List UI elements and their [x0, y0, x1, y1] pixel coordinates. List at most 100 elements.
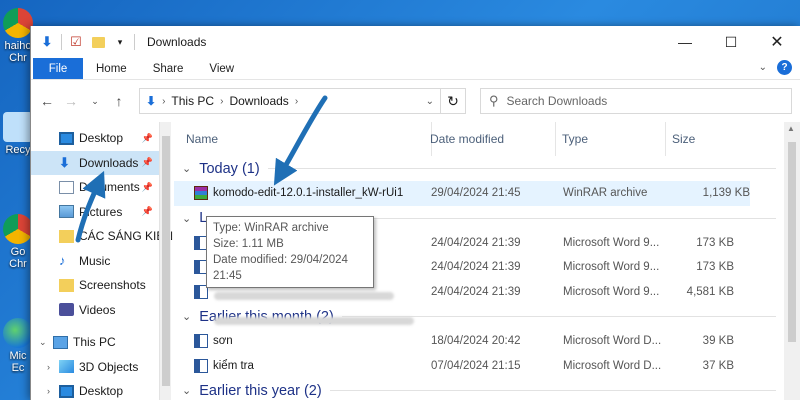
nav-item-label: Desktop	[79, 384, 124, 399]
file-row-kiem-tra[interactable]: kiểm tra 07/04/2024 21:15 Microsoft Word…	[174, 354, 784, 379]
file-size: 4,581 KB	[686, 285, 734, 298]
nav-item-music[interactable]: ♪ Music	[31, 249, 159, 274]
maximize-button[interactable]: ☐	[708, 26, 754, 58]
refresh-button[interactable]: ↻	[440, 88, 466, 114]
word-document-icon	[194, 334, 208, 349]
help-icon[interactable]: ?	[777, 60, 792, 75]
minimize-button[interactable]: —	[662, 26, 708, 58]
column-type[interactable]: Type	[556, 122, 666, 156]
address-dropdown-icon[interactable]: ⌄	[426, 96, 434, 107]
chevron-right-icon[interactable]: ›	[47, 362, 50, 372]
tab-view[interactable]: View	[196, 58, 247, 79]
redacted-file-name	[214, 317, 414, 325]
new-folder-icon[interactable]	[90, 34, 106, 50]
scrollbar-thumb[interactable]	[162, 136, 170, 386]
up-arrow-icon[interactable]: ↑	[111, 93, 127, 109]
file-name: komodo-edit-12.0.1-installer_kW-rUi1	[213, 187, 404, 200]
tab-file[interactable]: File	[33, 58, 83, 79]
folder-icon	[59, 229, 74, 243]
back-arrow-icon[interactable]: ←	[39, 93, 55, 109]
nav-item-this-pc-desktop[interactable]: › Desktop	[31, 379, 159, 400]
3d-objects-icon	[59, 360, 74, 374]
download-icon: ⬇	[146, 94, 157, 108]
chevron-right-icon[interactable]: ›	[295, 96, 298, 107]
recent-locations-icon[interactable]: ⌄	[87, 96, 103, 107]
pictures-icon	[59, 205, 74, 219]
edge-icon	[3, 318, 33, 348]
nav-item-label: Pictures	[79, 204, 123, 219]
download-arrow-icon[interactable]: ⬇	[39, 34, 55, 50]
file-date: 07/04/2024 21:15	[431, 359, 521, 372]
address-bar[interactable]: ⬇ › This PC › Downloads › ⌄	[139, 88, 441, 114]
nav-pane-scrollbar[interactable]	[159, 122, 171, 400]
file-type: Microsoft Word D...	[563, 359, 662, 372]
chevron-down-icon[interactable]: ⌄	[182, 212, 191, 225]
desktop-icon	[59, 131, 74, 145]
chevron-down-icon[interactable]: ⌄	[39, 337, 47, 348]
chevron-down-icon[interactable]: ⌄	[182, 162, 191, 175]
breadcrumb-this-pc[interactable]: This PC	[171, 94, 214, 108]
chevron-right-icon[interactable]: ›	[162, 96, 165, 107]
music-icon: ♪	[59, 253, 66, 269]
nav-item-label: Desktop	[79, 131, 124, 146]
search-input[interactable]: ⚲ Search Downloads	[480, 88, 792, 114]
winrar-archive-icon	[194, 186, 208, 201]
file-date: 29/04/2024 21:45	[431, 187, 521, 200]
chevron-right-icon[interactable]: ›	[220, 96, 223, 107]
file-name: kiểm tra	[213, 359, 254, 372]
file-date: 24/04/2024 21:39	[431, 285, 521, 298]
group-divider	[329, 390, 776, 391]
file-size: 173 KB	[696, 261, 734, 274]
tooltip-date-modified: Date modified: 29/04/2024 21:45	[213, 254, 348, 282]
chevron-right-icon[interactable]: ›	[47, 386, 50, 396]
group-title: Earlier this year (2)	[199, 382, 322, 399]
nav-item-label: Screenshots	[79, 278, 146, 293]
pin-icon: 📌	[141, 157, 153, 168]
nav-item-screenshots[interactable]: Screenshots	[31, 273, 159, 298]
desktop-icon	[59, 384, 74, 398]
expand-ribbon-icon[interactable]: ⌄	[759, 62, 767, 73]
nav-item-videos[interactable]: Videos	[31, 298, 159, 323]
nav-item-label: Downloads	[79, 155, 139, 170]
forward-arrow-icon[interactable]: →	[63, 93, 79, 109]
pin-icon: 📌	[141, 206, 153, 217]
tooltip-type: Type: WinRAR archive	[213, 222, 329, 234]
chevron-down-icon[interactable]: ⌄	[182, 384, 191, 397]
file-tooltip: Type: WinRAR archive Size: 1.11 MB Date …	[206, 216, 374, 288]
file-size: 39 KB	[702, 335, 734, 348]
close-button[interactable]: ✕	[754, 26, 800, 58]
column-size[interactable]: Size	[666, 122, 756, 156]
scrollbar-thumb[interactable]	[788, 142, 796, 342]
scroll-up-icon[interactable]: ▲	[787, 124, 795, 133]
group-earlier-this-year[interactable]: ⌄ Earlier this year (2)	[174, 378, 784, 400]
file-name-cell: sơn	[194, 329, 233, 354]
nav-item-cac-sang-kien[interactable]: CÁC SÁNG KIẾN	[31, 224, 173, 249]
breadcrumb-downloads[interactable]: Downloads	[229, 94, 288, 108]
computer-icon	[53, 335, 68, 349]
toolbar-separator	[61, 34, 62, 50]
tab-share[interactable]: Share	[140, 58, 197, 79]
videos-icon	[59, 303, 74, 317]
address-row: ← → ⌄ ↑ ⬇ › This PC › Downloads › ⌄ ↻ ⚲ …	[31, 80, 800, 122]
file-date: 18/04/2024 20:42	[431, 335, 521, 348]
file-row-komodo[interactable]: komodo-edit-12.0.1-installer_kW-rUi1 29/…	[174, 181, 750, 206]
tab-home[interactable]: Home	[83, 58, 140, 79]
column-date-modified[interactable]: Date modified	[424, 122, 556, 156]
nav-item-3d-objects[interactable]: › 3D Objects	[31, 355, 159, 380]
file-list-scrollbar[interactable]: ▲	[784, 122, 800, 400]
nav-item-downloads[interactable]: ⬇ Downloads 📌	[31, 150, 159, 175]
nav-item-desktop[interactable]: Desktop 📌	[31, 126, 159, 151]
chevron-down-icon[interactable]: ⌄	[182, 310, 191, 323]
file-row-son[interactable]: sơn 18/04/2024 20:42 Microsoft Word D...…	[174, 329, 784, 354]
group-today[interactable]: ⌄ Today (1)	[174, 156, 784, 181]
window-controls: — ☐ ✕	[662, 26, 800, 58]
file-explorer-window: ⬇ ☑ ▾ Downloads — ☐ ✕ File Home Share Vi…	[30, 26, 800, 400]
ribbon-right-controls: ⌄ ?	[759, 60, 792, 75]
column-name[interactable]: Name	[180, 122, 432, 156]
nav-item-pictures[interactable]: Pictures 📌	[31, 200, 159, 225]
quick-access-toolbar: ⬇ ☑ ▾	[31, 34, 135, 50]
nav-item-documents[interactable]: Documents 📌	[31, 175, 159, 200]
properties-icon[interactable]: ☑	[68, 34, 84, 50]
nav-item-this-pc[interactable]: ⌄ This PC	[31, 330, 159, 355]
customize-toolbar-icon[interactable]: ▾	[112, 34, 128, 50]
